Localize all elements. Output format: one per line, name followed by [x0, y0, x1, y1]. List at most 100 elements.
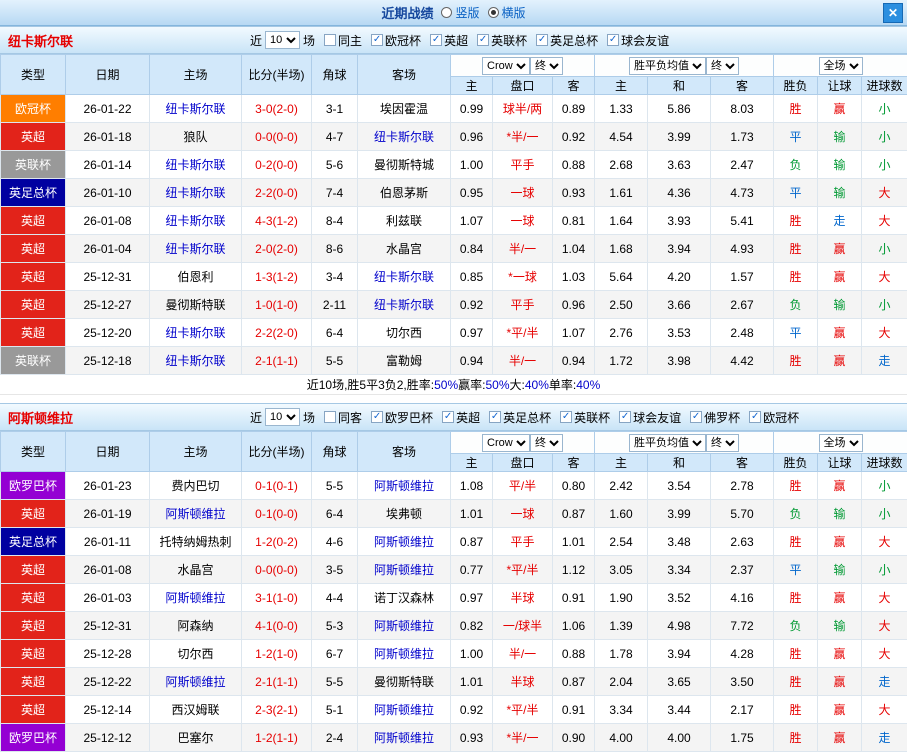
avg-draw-odds: 3.53 [647, 318, 712, 347]
odds-selects-cell: Crow 终 [449, 431, 596, 454]
avg-odds-select[interactable]: 胜平负均值 [629, 56, 707, 75]
result-badge: 平 [773, 318, 819, 347]
table-row: 欧罗巴杯 26-01-23 费内巴切 0-1(0-1) 5-5 阿斯顿维拉 1.08 平/半 0… [0, 471, 907, 500]
handicap-away-odds: 0.93 [551, 178, 596, 207]
goals-result-badge: 走 [861, 723, 907, 752]
checkbox-checked-icon[interactable]: ✓ [477, 34, 490, 46]
radio-checked-icon[interactable] [487, 7, 499, 18]
corner-count: 4-6 [311, 527, 358, 556]
corner-count: 7-4 [311, 178, 358, 207]
match-date: 25-12-18 [65, 346, 150, 375]
checkbox-unchecked-icon[interactable] [324, 411, 337, 423]
handicap-result-badge: 赢 [817, 234, 863, 263]
avg-final-select[interactable]: 终 [706, 56, 740, 75]
match-score: 1-2(0-2) [241, 527, 312, 556]
col-header-date: 日期 [65, 431, 150, 472]
handicap-home-odds: 1.08 [450, 471, 493, 500]
checkbox-checked-icon[interactable]: ✓ [536, 34, 549, 46]
avg-draw-odds: 3.34 [647, 555, 712, 584]
filter-checkbox[interactable]: ✓ 英联杯 [560, 409, 610, 426]
close-button[interactable]: ✕ [883, 3, 903, 23]
table-row: 英足总杯 26-01-11 托特纳姆热刺 1-2(0-2) 4-6 阿斯顿维拉 0.87 平手… [0, 527, 907, 556]
checkbox-checked-icon[interactable]: ✓ [619, 411, 632, 423]
avg-win-odds: 3.05 [594, 555, 649, 584]
filter-checkbox[interactable]: ✓ 英联杯 [477, 32, 527, 49]
avg-draw-odds: 4.36 [647, 178, 712, 207]
match-date: 25-12-20 [65, 318, 150, 347]
corner-count: 5-5 [311, 471, 358, 500]
radio-unchecked-icon[interactable] [441, 7, 453, 18]
match-type-badge: 英联杯 [0, 346, 66, 375]
avg-win-odds: 1.64 [594, 206, 649, 235]
avg-lose-odds: 4.16 [710, 583, 775, 612]
odds-final-select[interactable]: 终 [530, 433, 563, 452]
checkbox-label: 欧罗巴杯 [385, 410, 434, 425]
recent-count-select[interactable]: 10 [265, 31, 301, 49]
handicap-result-badge: 走 [817, 206, 863, 235]
checkbox-checked-icon[interactable]: ✓ [560, 411, 573, 423]
home-team: 阿斯顿维拉 [149, 499, 242, 528]
handicap-home-odds: 0.95 [450, 178, 493, 207]
match-score: 2-1(1-1) [241, 346, 312, 375]
avg-win-odds: 2.42 [594, 471, 649, 500]
handicap-result-badge: 输 [817, 611, 863, 640]
handicap-result-badge: 赢 [817, 471, 863, 500]
result-badge: 胜 [773, 471, 819, 500]
filter-checkbox[interactable]: ✓ 欧罗巴杯 [371, 409, 433, 426]
avg-final-select[interactable]: 终 [706, 433, 740, 452]
filter-checkbox[interactable]: ✓ 欧冠杯 [749, 409, 799, 426]
checkbox-checked-icon[interactable]: ✓ [690, 411, 703, 423]
odds-final-select[interactable]: 终 [530, 56, 563, 75]
filter-checkbox[interactable]: 同主 [324, 32, 362, 49]
filter-checkbox[interactable]: ✓ 英超 [430, 32, 468, 49]
avg-lose-odds: 7.72 [710, 611, 775, 640]
avg-lose-odds: 2.78 [710, 471, 775, 500]
checkbox-unchecked-icon[interactable] [324, 34, 337, 46]
handicap-line: *半/一 [492, 122, 553, 151]
scope-select[interactable]: 全场 [818, 56, 863, 75]
filter-checkbox[interactable]: ✓ 球会友谊 [607, 32, 669, 49]
filter-checkbox[interactable]: ✓ 球会友谊 [619, 409, 681, 426]
match-score: 4-1(0-0) [241, 611, 312, 640]
handicap-result-badge: 赢 [817, 94, 863, 123]
result-badge: 胜 [773, 234, 819, 263]
avg-lose-odds: 2.37 [710, 555, 775, 584]
handicap-away-odds: 1.04 [551, 234, 596, 263]
avg-selects-cell: 胜平负均值终 [594, 431, 775, 454]
summary-segment: 赢率: [458, 378, 486, 392]
handicap-result-badge: 赢 [817, 667, 863, 696]
col-header-avg-lose: 客 [710, 76, 775, 95]
recent-count-select[interactable]: 10 [265, 408, 301, 426]
checkbox-checked-icon[interactable]: ✓ [371, 34, 384, 46]
scope-select[interactable]: 全场 [818, 433, 863, 452]
checkbox-checked-icon[interactable]: ✓ [489, 411, 502, 423]
filter-checkbox[interactable]: 同客 [324, 409, 362, 426]
filter-checkbox[interactable]: ✓ 英超 [442, 409, 480, 426]
checkbox-checked-icon[interactable]: ✓ [371, 411, 384, 423]
home-team: 水晶宫 [149, 555, 242, 584]
checkbox-checked-icon[interactable]: ✓ [430, 34, 443, 46]
checkbox-checked-icon[interactable]: ✓ [442, 411, 455, 423]
away-team: 纽卡斯尔联 [357, 122, 451, 151]
handicap-home-odds: 0.96 [450, 122, 493, 151]
filter-checkbox[interactable]: ✓ 欧冠杯 [371, 32, 421, 49]
checkbox-checked-icon[interactable]: ✓ [607, 34, 620, 46]
away-team: 阿斯顿维拉 [357, 695, 451, 724]
checkbox-checked-icon[interactable]: ✓ [749, 411, 762, 423]
odds-company-select[interactable]: Crow [482, 56, 530, 75]
odds-company-select[interactable]: Crow [482, 433, 530, 452]
match-type-badge: 英超 [0, 639, 66, 668]
away-team: 切尔西 [357, 318, 451, 347]
avg-odds-select[interactable]: 胜平负均值 [629, 433, 707, 452]
home-team: 纽卡斯尔联 [149, 234, 242, 263]
layout-radio-horizontal[interactable]: 横版 [487, 4, 526, 21]
filter-checkbox[interactable]: ✓ 佛罗杯 [690, 409, 740, 426]
handicap-line: 半/一 [492, 346, 553, 375]
avg-win-odds: 2.68 [594, 150, 649, 179]
match-type-badge: 欧罗巴杯 [0, 471, 66, 500]
layout-radio-vertical[interactable]: 竖版 [441, 4, 480, 21]
filter-checkbox[interactable]: ✓ 英足总杯 [489, 409, 551, 426]
table-row: 英超 25-12-20 纽卡斯尔联 2-2(2-0) 6-4 切尔西 0.97 *平/半 1.0… [0, 318, 907, 347]
handicap-home-odds: 0.99 [450, 94, 493, 123]
filter-checkbox[interactable]: ✓ 英足总杯 [536, 32, 598, 49]
